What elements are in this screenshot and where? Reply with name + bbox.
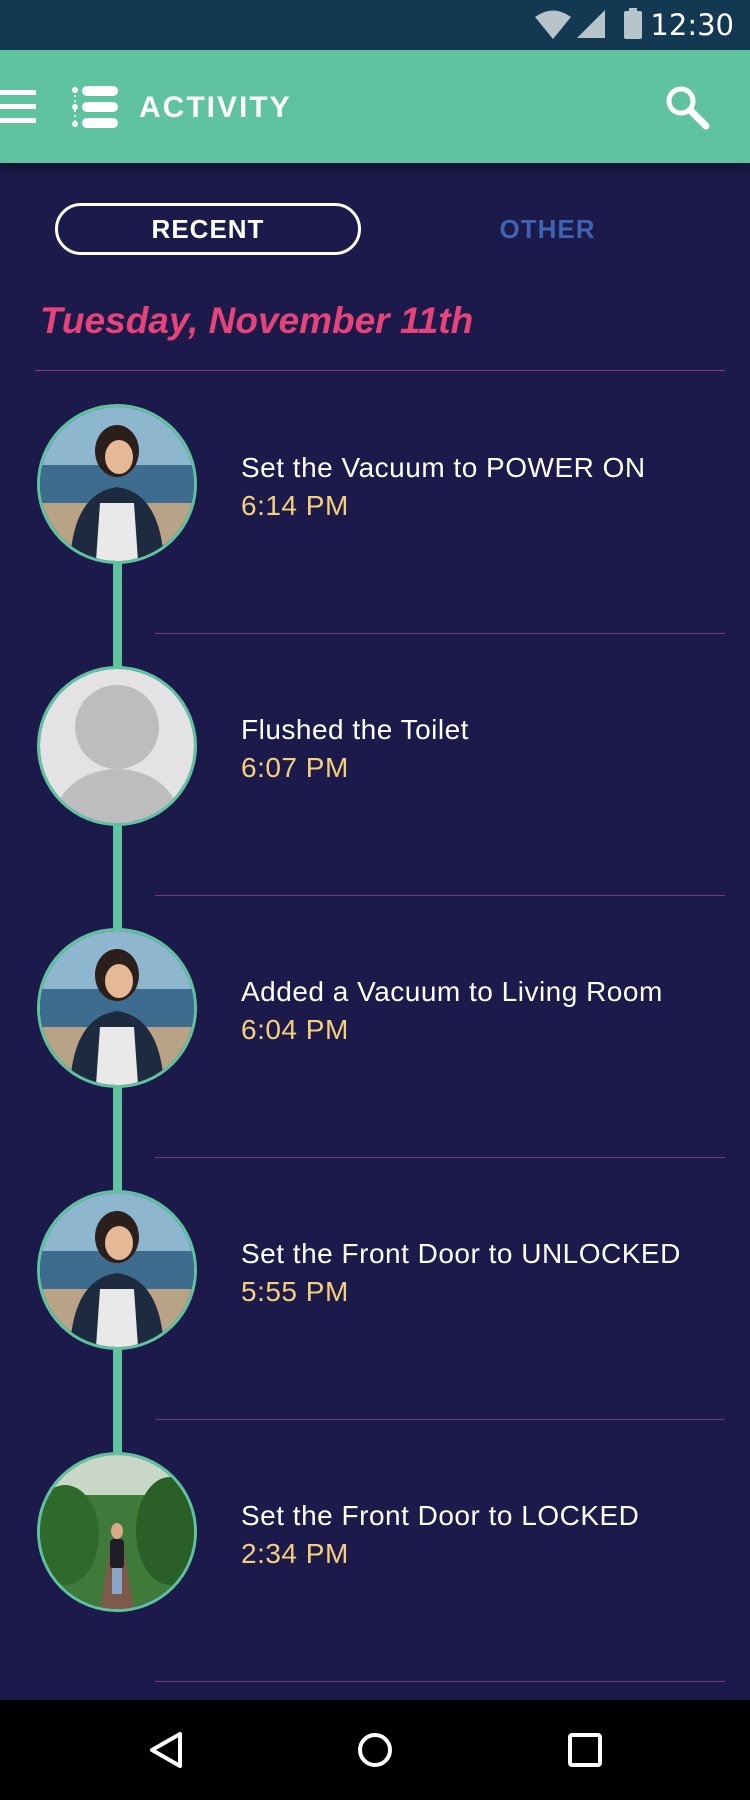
app-title: ACTIVITY [139,91,292,124]
user-photo-beach [37,404,197,564]
activity-text: Added a Vacuum to Living Room [241,976,663,1007]
status-bar: 12:30 [0,0,750,50]
user-photo-beach [37,928,197,1088]
activity-text: Flushed the Toilet [241,714,469,745]
activity-text: Set the Front Door to UNLOCKED [241,1238,681,1269]
activity-list-icon [72,86,118,128]
user-photo-garden [37,1452,197,1612]
default-avatar [37,666,197,826]
date-divider [35,370,725,371]
activity-time: 6:07 PM [241,752,349,783]
activity-item[interactable]: Added a Vacuum to Living Room 6:04 PM [0,896,750,1158]
activity-time: 6:04 PM [241,1014,349,1045]
status-time: 12:30 [650,8,734,42]
activity-item[interactable]: Flushed the Toilet 6:07 PM [0,634,750,896]
row-divider [155,1681,725,1682]
activity-text: Set the Front Door to LOCKED [241,1500,640,1531]
home-icon[interactable] [355,1730,395,1770]
activity-time: 5:55 PM [241,1276,349,1307]
activity-item[interactable]: Set the Front Door to LOCKED 2:34 PM [0,1420,750,1682]
menu-icon[interactable] [0,88,38,124]
activity-item[interactable]: Set the Vacuum to POWER ON 6:14 PM [0,372,750,634]
recents-icon[interactable] [565,1730,605,1770]
activity-item[interactable]: Set the Front Door to UNLOCKED 5:55 PM [0,1158,750,1420]
user-photo-beach [37,1190,197,1350]
back-icon[interactable] [146,1730,186,1770]
app-bar: ACTIVITY [0,50,750,163]
tab-recent[interactable]: RECENT [55,203,361,255]
navigation-bar [0,1700,750,1800]
activity-time: 6:14 PM [241,490,349,521]
activity-time: 2:34 PM [241,1538,349,1569]
battery-icon [624,8,642,39]
search-icon[interactable] [664,84,710,130]
activity-text: Set the Vacuum to POWER ON [241,452,646,483]
cellular-signal-icon [577,10,605,38]
wifi-icon [535,10,571,39]
date-heading: Tuesday, November 11th [40,300,474,341]
tab-other[interactable]: OTHER [430,203,665,255]
